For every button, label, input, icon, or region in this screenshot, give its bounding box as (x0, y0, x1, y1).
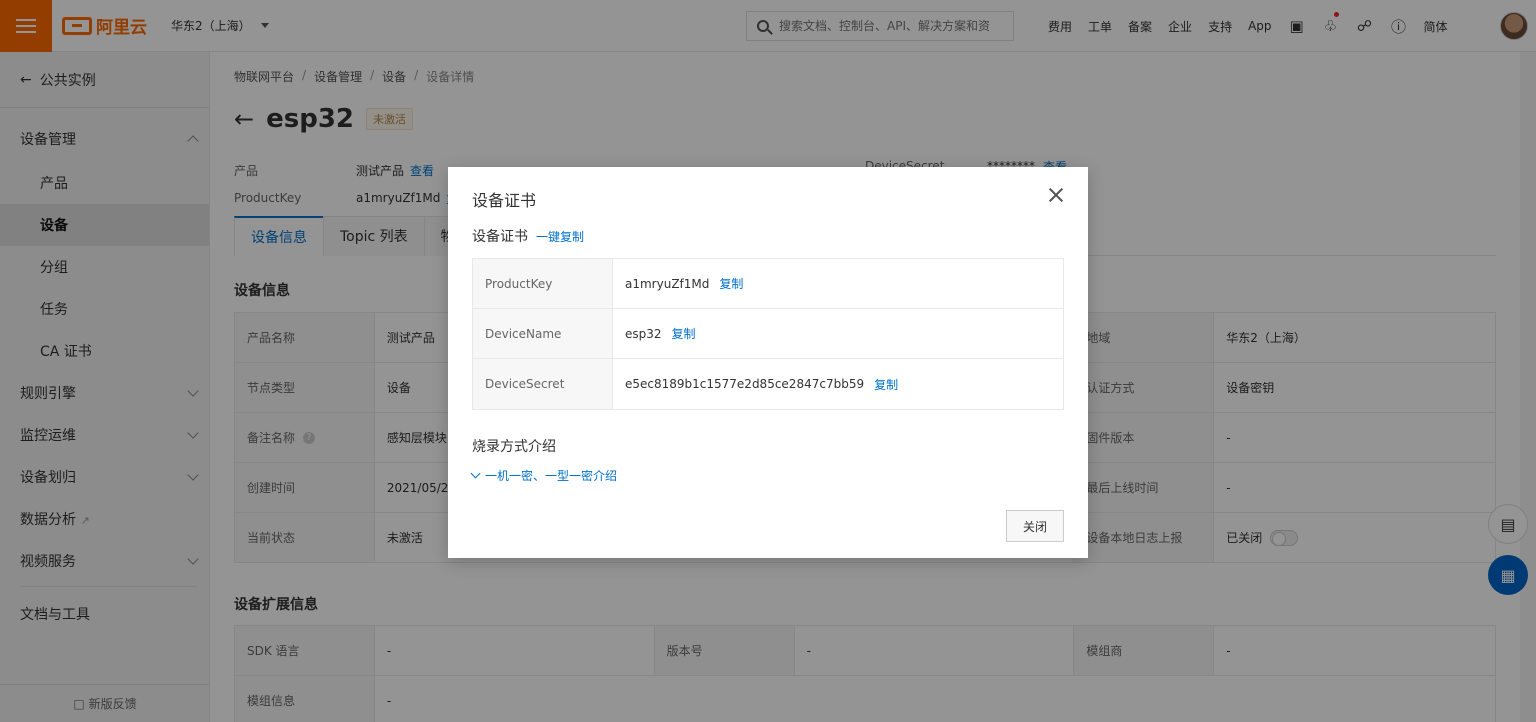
chevron-down-icon (470, 468, 481, 479)
cert-key: DeviceName (473, 309, 613, 358)
table-row: DeviceName esp32 复制 (473, 309, 1063, 359)
device-cert-dialog: 设备证书 设备证书 一键复制 ProductKey a1mryuZf1Md 复制… (448, 167, 1088, 558)
dialog-subtitle-row: 设备证书 一键复制 (472, 226, 584, 246)
dialog-subtitle: 设备证书 (472, 229, 528, 245)
burn-method-link[interactable]: 一机一密、一型一密介绍 (470, 467, 618, 484)
copy-all-link[interactable]: 一键复制 (536, 228, 584, 245)
burn-method-link-label: 一机一密、一型一密介绍 (485, 469, 618, 483)
cert-table: ProductKey a1mryuZf1Md 复制 DeviceName esp… (472, 258, 1064, 410)
burn-method-title: 烧录方式介绍 (472, 439, 556, 455)
close-icon[interactable] (1044, 183, 1068, 207)
cert-value: esp32 (625, 326, 662, 341)
cert-key: DeviceSecret (473, 359, 613, 409)
cert-value-cell: esp32 复制 (613, 309, 1063, 358)
dialog-title: 设备证书 (472, 191, 537, 210)
copy-devicename-button[interactable]: 复制 (672, 325, 696, 342)
cert-value-cell: e5ec8189b1c1577e2d85ce2847c7bb59 复制 (613, 359, 1063, 409)
close-button[interactable]: 关闭 (1006, 510, 1064, 542)
copy-devicesecret-button[interactable]: 复制 (874, 376, 898, 393)
cert-value: a1mryuZf1Md (625, 276, 710, 291)
copy-productkey-button[interactable]: 复制 (719, 275, 743, 292)
table-row: ProductKey a1mryuZf1Md 复制 (473, 259, 1063, 309)
cert-value-cell: a1mryuZf1Md 复制 (613, 259, 1063, 308)
table-row: DeviceSecret e5ec8189b1c1577e2d85ce2847c… (473, 359, 1063, 409)
cert-key: ProductKey (473, 259, 613, 308)
cert-value: e5ec8189b1c1577e2d85ce2847c7bb59 (625, 377, 865, 391)
